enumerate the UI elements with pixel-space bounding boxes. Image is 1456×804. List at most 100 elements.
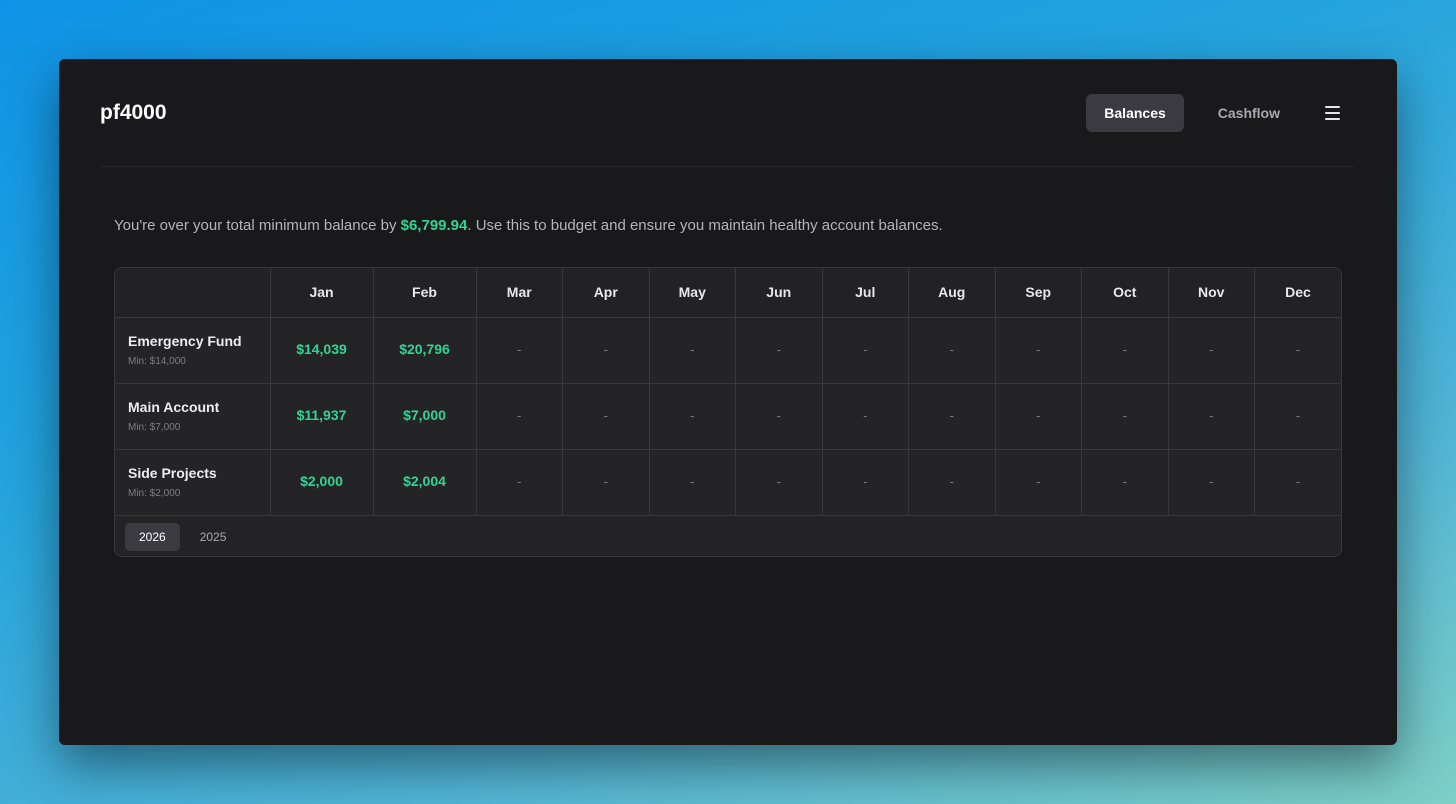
account-cell: Emergency Fund Min: $14,000 xyxy=(115,317,271,384)
header-month: Aug xyxy=(908,268,996,318)
balance-empty: - xyxy=(690,474,695,489)
header-month: Jun xyxy=(735,268,823,318)
year-tab-2025[interactable]: 2025 xyxy=(186,523,241,551)
balance-cell[interactable]: - xyxy=(649,317,736,384)
balance-cell[interactable]: - xyxy=(1081,383,1169,450)
balance-cell[interactable]: - xyxy=(476,449,563,516)
balance-value: $14,039 xyxy=(296,341,347,357)
balance-value: $2,004 xyxy=(403,473,446,489)
account-min: Min: $7,000 xyxy=(128,422,181,433)
balance-cell[interactable]: - xyxy=(908,317,996,384)
header: pf4000 Balances Cashflow xyxy=(100,59,1354,167)
header-month: Oct xyxy=(1081,268,1169,318)
balance-cell[interactable]: - xyxy=(562,317,650,384)
balance-empty: - xyxy=(517,474,522,489)
balances-table: Jan Feb Mar Apr May Jun Jul Aug Sep Oct … xyxy=(115,268,1341,516)
header-month: Jul xyxy=(822,268,909,318)
balance-empty: - xyxy=(776,342,781,357)
balance-cell[interactable]: - xyxy=(995,449,1082,516)
header-month: Nov xyxy=(1168,268,1255,318)
balance-cell[interactable]: - xyxy=(1081,449,1169,516)
balance-empty: - xyxy=(603,342,608,357)
header-month: Feb xyxy=(373,268,477,318)
balance-cell[interactable]: $11,937 xyxy=(270,383,374,450)
balance-value: $2,000 xyxy=(300,473,343,489)
header-month: Dec xyxy=(1254,268,1341,318)
balance-empty: - xyxy=(1036,342,1041,357)
tab-balances[interactable]: Balances xyxy=(1086,93,1184,132)
balance-cell[interactable]: - xyxy=(649,449,736,516)
balance-empty: - xyxy=(517,408,522,423)
balances-table-container: Jan Feb Mar Apr May Jun Jul Aug Sep Oct … xyxy=(114,267,1342,557)
balance-cell[interactable]: $2,000 xyxy=(270,449,374,516)
balance-empty: - xyxy=(776,408,781,423)
balance-empty: - xyxy=(863,408,868,423)
balance-cell[interactable]: - xyxy=(562,383,650,450)
header-month: Apr xyxy=(562,268,650,318)
balance-empty: - xyxy=(1122,474,1127,489)
balance-empty: - xyxy=(1036,474,1041,489)
brand-logo[interactable]: pf4000 xyxy=(100,101,167,125)
balance-cell[interactable]: $2,004 xyxy=(373,449,477,516)
balance-empty: - xyxy=(1209,342,1214,357)
balance-cell[interactable]: - xyxy=(1254,449,1341,516)
balance-empty: - xyxy=(1295,408,1301,423)
balance-cell[interactable]: - xyxy=(1081,317,1169,384)
hamburger-icon[interactable] xyxy=(1314,95,1350,131)
header-month: May xyxy=(649,268,736,318)
balance-cell[interactable]: - xyxy=(822,317,909,384)
hamburger-line xyxy=(1324,111,1340,114)
table-row[interactable]: Emergency Fund Min: $14,000 $14,039 $20,… xyxy=(115,317,1341,384)
balance-cell[interactable]: $7,000 xyxy=(373,383,477,450)
summary-suffix: . Use this to budget and ensure you main… xyxy=(467,217,943,234)
account-name: Main Account xyxy=(128,399,220,415)
account-cell: Main Account Min: $7,000 xyxy=(115,383,271,450)
balance-cell[interactable]: $20,796 xyxy=(373,317,477,384)
account-name: Side Projects xyxy=(128,465,217,481)
header-month: Jan xyxy=(270,268,374,318)
summary-prefix: You're over your total minimum balance b… xyxy=(114,217,401,234)
balance-cell[interactable]: - xyxy=(735,383,823,450)
app-window: pf4000 Balances Cashflow You're over you… xyxy=(59,59,1397,745)
nav-bar: Balances Cashflow xyxy=(1070,93,1354,132)
balance-cell[interactable]: - xyxy=(1168,449,1255,516)
balance-empty: - xyxy=(1122,408,1127,423)
balance-cell[interactable]: - xyxy=(995,383,1082,450)
balance-cell[interactable]: - xyxy=(1168,317,1255,384)
balance-cell[interactable]: - xyxy=(1254,383,1341,450)
account-name: Emergency Fund xyxy=(128,333,242,349)
balance-empty: - xyxy=(1122,342,1127,357)
balance-cell[interactable]: - xyxy=(476,383,563,450)
account-min: Min: $2,000 xyxy=(128,488,181,499)
balance-cell[interactable]: - xyxy=(822,383,909,450)
balance-cell[interactable]: - xyxy=(908,449,996,516)
table-row[interactable]: Main Account Min: $7,000 $11,937 $7,000 … xyxy=(115,383,1341,450)
balance-cell[interactable]: - xyxy=(995,317,1082,384)
balance-cell[interactable]: - xyxy=(1254,317,1341,384)
hamburger-line xyxy=(1324,117,1340,120)
account-min: Min: $14,000 xyxy=(128,356,186,367)
balance-cell[interactable]: - xyxy=(649,383,736,450)
header-month: Sep xyxy=(995,268,1082,318)
balance-value: $11,937 xyxy=(296,407,347,423)
balance-cell[interactable]: - xyxy=(476,317,563,384)
balance-empty: - xyxy=(1036,408,1041,423)
balance-empty: - xyxy=(690,408,695,423)
balance-empty: - xyxy=(603,408,608,423)
balance-cell[interactable]: - xyxy=(562,449,650,516)
balance-cell[interactable]: - xyxy=(735,449,823,516)
balance-cell[interactable]: - xyxy=(735,317,823,384)
balance-empty: - xyxy=(1295,342,1301,357)
table-row[interactable]: Side Projects Min: $2,000 $2,000 $2,004 … xyxy=(115,449,1341,516)
summary-amount: $6,799.94 xyxy=(400,217,468,234)
balance-cell[interactable]: - xyxy=(908,383,996,450)
year-tab-2026[interactable]: 2026 xyxy=(125,522,180,551)
header-account xyxy=(115,268,271,318)
tab-cashflow[interactable]: Cashflow xyxy=(1200,94,1298,132)
balance-cell[interactable]: - xyxy=(1168,383,1255,450)
balance-empty: - xyxy=(949,408,954,423)
year-selector: 2026 2025 xyxy=(115,515,1341,556)
balance-empty: - xyxy=(1209,474,1214,489)
balance-cell[interactable]: - xyxy=(822,449,909,516)
balance-cell[interactable]: $14,039 xyxy=(270,317,374,384)
